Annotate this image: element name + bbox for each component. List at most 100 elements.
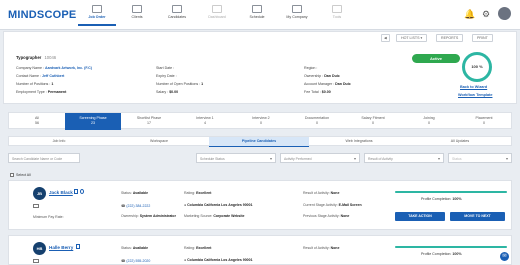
min-pay-field: Minimum Pay Rate:	[33, 215, 64, 219]
nav-schedule[interactable]: Schedule	[238, 4, 276, 26]
dashboard-icon	[212, 5, 222, 13]
marketing-source-field: Marketing Source: Corporate Website	[184, 214, 245, 218]
candidate-name-link[interactable]: Halle Berry	[49, 245, 73, 250]
move-to-next-button[interactable]: MOVE TO NEXT	[450, 212, 505, 221]
tab-web-integrations[interactable]: Web Integrations	[309, 137, 409, 147]
status-select[interactable]: Status ▾	[448, 153, 512, 163]
status-field: Status: Available	[121, 246, 149, 250]
profile-completion: Profile Completion: 100%	[421, 252, 462, 256]
select-all[interactable]: Select All	[10, 173, 31, 178]
phone-icon: ☎	[121, 259, 126, 263]
stage-shortlist[interactable]: Shortlist Phase 17	[121, 113, 177, 130]
back-to-wizard-link[interactable]: Back to Wizard	[460, 85, 487, 89]
profile-completion: Profile Completion: 100%	[421, 197, 462, 201]
workflow-template-link[interactable]: Workflow Template	[458, 93, 492, 97]
nav-job-order[interactable]: Job Order	[78, 4, 116, 26]
company-icon	[292, 5, 302, 13]
positions-field: Number of Positions : 1	[16, 82, 54, 86]
select-all-checkbox[interactable]	[10, 173, 14, 178]
nav-candidates[interactable]: Candidates	[158, 4, 196, 26]
avatar: HB	[33, 242, 46, 255]
phone-icon: ☎	[121, 204, 126, 208]
print-button[interactable]: PRINT	[472, 34, 493, 42]
job-title: Typographer 10046	[16, 55, 56, 60]
activity-performed-select[interactable]: Activity Performed ▾	[280, 153, 360, 163]
back-arrow-icon[interactable]: ◀	[381, 34, 390, 42]
mail-icon[interactable]	[33, 259, 39, 263]
gear-icon[interactable]: ⚙	[482, 9, 490, 20]
search-input[interactable]: Search Candidate Name or Code	[8, 153, 80, 163]
stage-interview-2[interactable]: Interview 20	[233, 113, 289, 130]
job-order-header: HOT LISTS ▾ REPORTS PRINT ◀ Typographer …	[3, 31, 517, 104]
tab-all-updates[interactable]: All Updates	[409, 137, 511, 147]
company-link[interactable]: Aardvark Artwork, Inc. (F.C)	[45, 66, 92, 70]
nav-label: Clients	[131, 15, 143, 19]
ownership-field: Ownership: System Administrator	[121, 214, 176, 218]
chevron-down-icon: ▾	[269, 156, 272, 161]
candidate-name-link[interactable]: Jack Black	[49, 190, 73, 195]
completion-ring: 100 %	[462, 52, 492, 82]
bell-icon[interactable]: 🔔	[464, 9, 475, 20]
stage-placement[interactable]: Placement 0	[457, 113, 511, 130]
take-action-button[interactable]: TAKE ACTION	[395, 212, 445, 221]
stage-salary-fitment[interactable]: Salary Fitment 0	[345, 113, 401, 130]
filter-row: Search Candidate Name or Code Schedule S…	[8, 153, 512, 165]
previous-stage-activity-field: Previous Stage Activity: None	[303, 214, 350, 218]
stage-documentation[interactable]: Documentation 0	[289, 113, 345, 130]
result-field: Result of Activity: None	[303, 246, 340, 250]
job-id: 10046	[44, 55, 57, 60]
mail-icon[interactable]	[33, 204, 39, 208]
contact-link[interactable]: Jeff Cuthbert	[42, 74, 64, 78]
logo[interactable]: MINDSCOPE	[8, 9, 76, 21]
job-title-text: Typographer	[16, 55, 42, 60]
start-date-field: Start Date :	[156, 66, 175, 70]
reports-button[interactable]: REPORTS	[436, 34, 464, 42]
phone-field[interactable]: ☎ (222) 555-2020	[121, 259, 150, 263]
candidates-icon	[172, 5, 182, 13]
tab-job-info[interactable]: Job Info	[9, 137, 109, 147]
nav-dashboard[interactable]: Dashboard	[198, 4, 236, 26]
stage-joining[interactable]: Joining 0	[401, 113, 457, 130]
expiry-date-field: Expiry Date :	[156, 74, 177, 78]
phone-field[interactable]: ☎ (222) 384-2222	[121, 204, 150, 208]
nav-label: Job Order	[88, 15, 106, 19]
candidate-card: HB Halle Berry Status: Available ☎ (222)…	[8, 235, 512, 265]
schedule-icon	[252, 5, 262, 13]
open-positions-field: Number of Open Positions : 1	[156, 82, 204, 86]
status-badge[interactable]: Active	[412, 54, 460, 63]
result-of-activity-select[interactable]: Result of Activity ▾	[364, 153, 444, 163]
candidate-card: JB Jack Black Minimum Pay Rate: Status: …	[8, 180, 512, 230]
employment-type-field: Employment Type : Permanent	[16, 90, 67, 94]
status-field: Status: Available	[121, 191, 149, 195]
resume-icon[interactable]	[76, 244, 80, 249]
stage-all[interactable]: All 56	[9, 113, 65, 130]
resume-icon[interactable]	[74, 189, 78, 194]
location-pin-icon: ●	[184, 258, 187, 262]
avatar[interactable]	[498, 7, 511, 20]
nav-clients[interactable]: Clients	[118, 4, 156, 26]
rating-field: Rating: Excellent	[184, 191, 212, 195]
tools-icon	[332, 5, 342, 13]
contact-name-field: Contact Name : Jeff Cuthbert	[16, 74, 65, 78]
stage-interview-1[interactable]: Interview 14	[177, 113, 233, 130]
hot-lists-button[interactable]: HOT LISTS ▾	[396, 34, 428, 42]
chat-button[interactable]: ✉	[500, 252, 509, 261]
nav-my-company[interactable]: My Company	[278, 4, 316, 26]
tab-pipeline-candidates[interactable]: Pipeline Candidates	[209, 137, 309, 147]
fee-total-field: Fee Total : $0.00	[304, 90, 331, 94]
schedule-status-select[interactable]: Schedule Status ▾	[196, 153, 276, 163]
tab-workspace[interactable]: Workspace	[109, 137, 209, 147]
profile-progress-bar	[395, 191, 507, 193]
account-manager-field: Account Manager : Dan Duic	[304, 82, 351, 86]
avatar: JB	[33, 187, 46, 200]
chevron-down-icon: ▾	[437, 156, 440, 161]
company-name-field: Company Name : Aardvark Artwork, Inc. (F…	[16, 66, 92, 70]
chevron-down-icon: ▾	[353, 156, 356, 161]
region-field: Region :	[304, 66, 318, 70]
nav-tools[interactable]: Tools	[318, 4, 356, 26]
salary-field: Salary : $0.00	[156, 90, 179, 94]
link-icon[interactable]	[80, 189, 84, 194]
current-stage-activity-field: Current Stage Activity: E-Mail Screen	[303, 203, 362, 207]
ownership-field: Ownership : Dan Duic	[304, 74, 340, 78]
stage-screening[interactable]: Screening Phase 23	[65, 113, 121, 130]
